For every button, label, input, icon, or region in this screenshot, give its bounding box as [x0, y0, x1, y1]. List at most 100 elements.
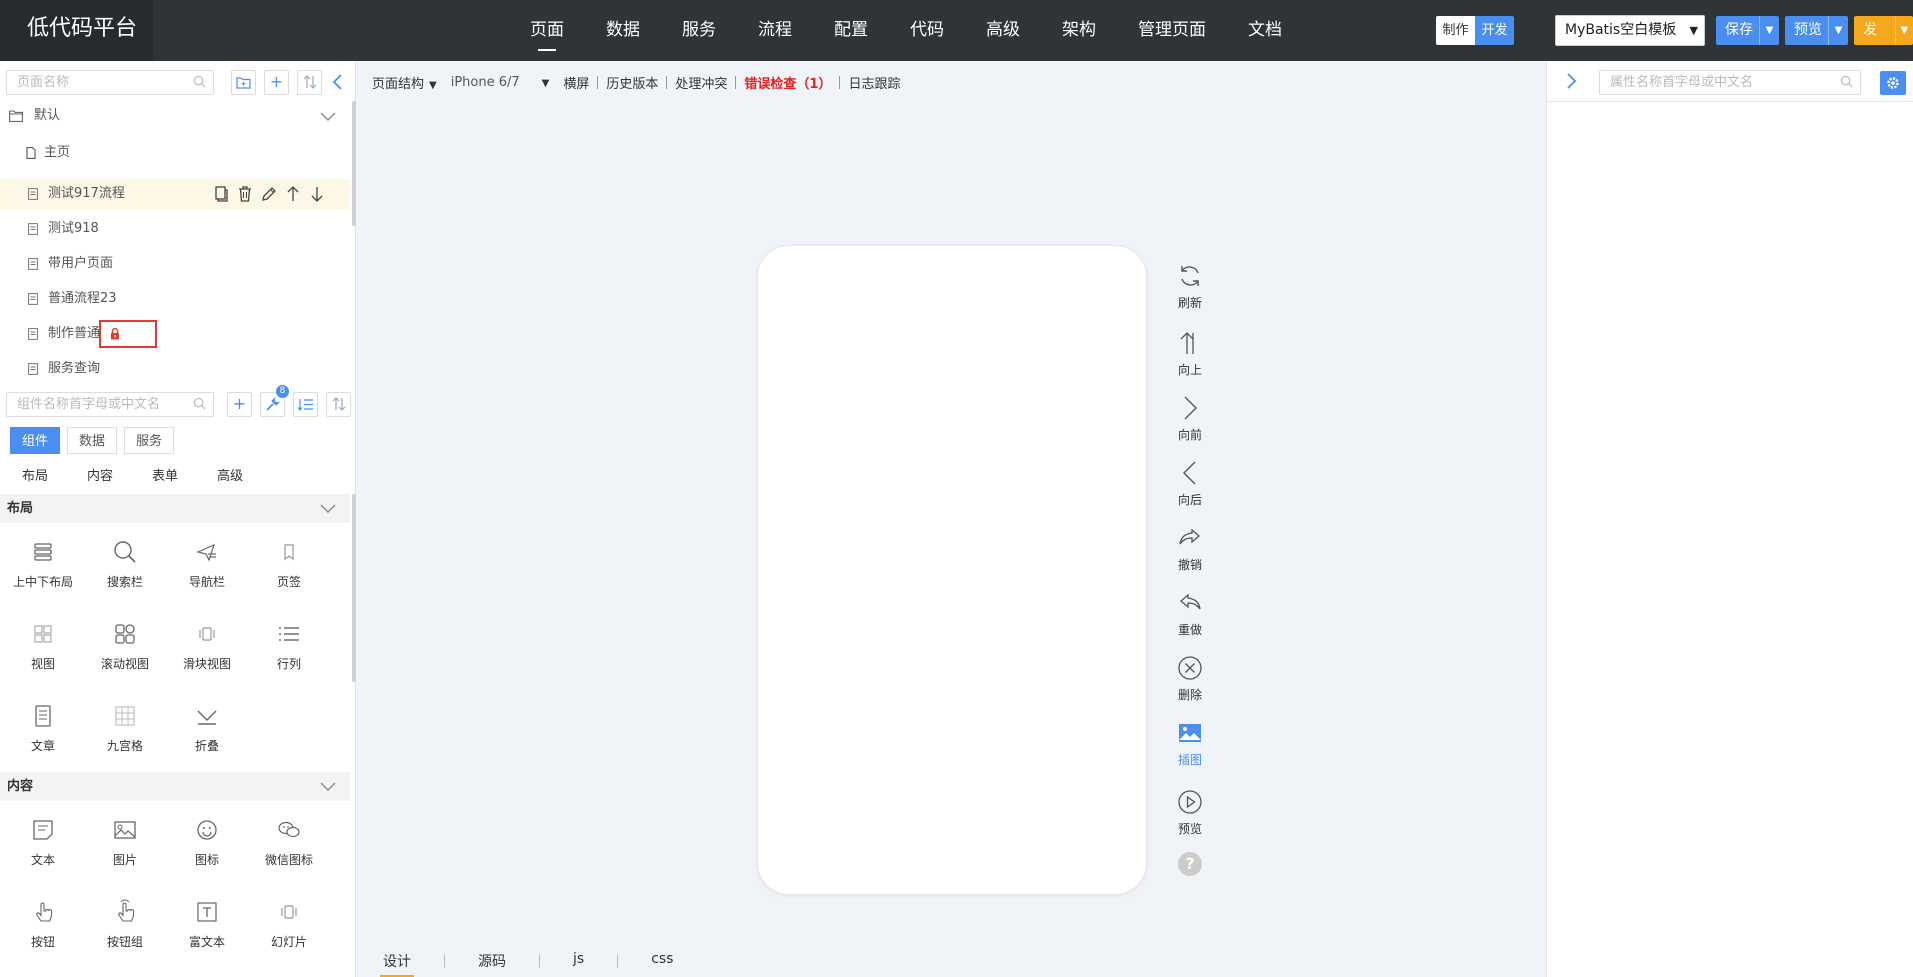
component-search-input[interactable]: 组件名称首字母或中文名: [6, 392, 214, 417]
tab-components[interactable]: 组件: [10, 427, 61, 454]
component-tabs[interactable]: 页签: [248, 539, 330, 590]
component-icon[interactable]: 图标: [166, 817, 248, 868]
subtab-form[interactable]: 表单: [152, 465, 178, 484]
component-search-bar[interactable]: 搜索栏: [84, 539, 166, 590]
page-item-test917[interactable]: 测试917流程: [0, 179, 350, 209]
publish-dropdown-icon[interactable]: ▼: [1894, 16, 1913, 45]
component-rich-text[interactable]: 富文本: [166, 899, 248, 950]
publish-button[interactable]: 发布 ▼: [1854, 16, 1913, 45]
component-slider-view[interactable]: 滑块视图: [166, 621, 248, 672]
phone-canvas[interactable]: [757, 245, 1147, 895]
section-header-content[interactable]: 内容: [0, 772, 350, 801]
nav-item-page[interactable]: 页面: [530, 0, 564, 61]
page-item-user-page[interactable]: 带用户页面: [0, 249, 350, 279]
nav-item-admin-pages[interactable]: 管理页面: [1138, 0, 1206, 61]
sort-icon[interactable]: [326, 392, 351, 417]
lock-icon[interactable]: [110, 327, 120, 340]
component-nine-grid[interactable]: 九宫格: [84, 703, 166, 754]
component-slideshow[interactable]: 幻灯片: [248, 899, 330, 950]
subtab-advanced[interactable]: 高级: [217, 465, 243, 484]
tab-css[interactable]: css: [640, 951, 684, 971]
help-icon[interactable]: ?: [1178, 852, 1202, 876]
preview-dropdown-icon[interactable]: ▼: [1828, 16, 1848, 45]
move-up-icon[interactable]: [284, 185, 304, 203]
mode-make-button[interactable]: 制作: [1436, 16, 1475, 45]
tab-data[interactable]: 数据: [67, 427, 118, 454]
page-item-test918[interactable]: 测试918: [0, 214, 350, 244]
page-item-make-normal[interactable]: 制作普通: [0, 319, 350, 349]
property-search-input[interactable]: 属性名称首字母或中文名: [1599, 70, 1861, 95]
preview-button[interactable]: 预览 ▼: [1785, 16, 1848, 45]
wrench-icon[interactable]: 8: [260, 385, 289, 417]
landscape-button[interactable]: 横屏: [563, 73, 589, 92]
page-item-home[interactable]: 主页: [0, 138, 350, 168]
back-button[interactable]: 向后: [1168, 460, 1212, 508]
undo-button[interactable]: 撤销: [1168, 525, 1212, 573]
refresh-button[interactable]: 刷新: [1168, 263, 1212, 311]
component-image[interactable]: 图片: [84, 817, 166, 868]
nav-item-advanced[interactable]: 高级: [986, 0, 1020, 61]
page-item-flow23[interactable]: 普通流程23: [0, 284, 350, 314]
nav-item-architecture[interactable]: 架构: [1062, 0, 1096, 61]
page-list-scrollbar[interactable]: [352, 101, 356, 226]
move-down-icon[interactable]: [308, 185, 328, 203]
insert-image-button[interactable]: 插图: [1168, 720, 1212, 768]
tab-services[interactable]: 服务: [124, 427, 175, 454]
component-article[interactable]: 文章: [2, 703, 84, 754]
move-up-button[interactable]: 向上: [1168, 330, 1212, 378]
error-check-button[interactable]: 错误检查（1）: [744, 73, 831, 92]
component-scroll-view[interactable]: 滚动视图: [84, 621, 166, 672]
chevron-down-icon[interactable]: [320, 782, 336, 791]
add-component-button[interactable]: +: [227, 392, 252, 417]
delete-button[interactable]: 删除: [1168, 655, 1212, 703]
component-button[interactable]: 按钮: [2, 899, 84, 950]
forward-button[interactable]: 向前: [1168, 395, 1212, 443]
tab-js[interactable]: js: [562, 951, 595, 971]
redo-button[interactable]: 重做: [1168, 590, 1212, 638]
list-order-icon[interactable]: [293, 392, 318, 417]
plus-icon[interactable]: +: [264, 70, 289, 95]
component-wechat-icon[interactable]: 微信图标: [248, 817, 330, 868]
chevron-down-icon[interactable]: [320, 504, 336, 513]
component-stack-layout[interactable]: 上中下布局: [2, 539, 84, 590]
mode-dev-button[interactable]: 开发: [1475, 16, 1514, 45]
component-navbar[interactable]: 导航栏: [166, 539, 248, 590]
conflict-button[interactable]: 处理冲突: [675, 73, 727, 92]
preview-play-button[interactable]: 预览: [1168, 789, 1212, 837]
folder-row-default[interactable]: 默认: [0, 101, 350, 131]
section-header-layout[interactable]: 布局: [0, 494, 350, 523]
folder-add-icon[interactable]: [231, 70, 256, 95]
nav-item-config[interactable]: 配置: [834, 0, 868, 61]
sort-icon[interactable]: [297, 70, 322, 95]
expand-right-icon[interactable]: [1565, 71, 1579, 91]
component-fold[interactable]: 折叠: [166, 703, 248, 754]
tab-design[interactable]: 设计: [372, 951, 422, 977]
page-structure-dropdown[interactable]: 页面结构 ▼: [372, 73, 437, 92]
save-dropdown-icon[interactable]: ▼: [1759, 16, 1779, 45]
subtab-layout[interactable]: 布局: [22, 465, 48, 484]
subtab-content[interactable]: 内容: [87, 465, 113, 484]
component-view[interactable]: 视图: [2, 621, 84, 672]
page-search-input[interactable]: 页面名称: [6, 70, 214, 95]
component-text[interactable]: 文本: [2, 817, 84, 868]
nav-item-flow[interactable]: 流程: [758, 0, 792, 61]
collapse-left-icon[interactable]: [330, 72, 346, 92]
delete-icon[interactable]: [236, 185, 256, 203]
nav-item-docs[interactable]: 文档: [1248, 0, 1282, 61]
history-button[interactable]: 历史版本: [606, 73, 658, 92]
page-item-service-query[interactable]: 服务查询: [0, 354, 350, 384]
nav-item-code[interactable]: 代码: [910, 0, 944, 61]
component-button-group[interactable]: 按钮组: [84, 899, 166, 950]
edit-icon[interactable]: [260, 185, 280, 203]
settings-button[interactable]: [1880, 71, 1906, 95]
save-button[interactable]: 保存 ▼: [1716, 16, 1779, 45]
log-trace-button[interactable]: 日志跟踪: [848, 73, 900, 92]
chevron-down-icon[interactable]: [320, 112, 336, 121]
copy-icon[interactable]: [212, 185, 232, 203]
component-rows[interactable]: 行列: [248, 621, 330, 672]
component-list-scrollbar[interactable]: [352, 494, 356, 682]
nav-item-data[interactable]: 数据: [606, 0, 640, 61]
tab-source[interactable]: 源码: [467, 951, 517, 971]
template-select[interactable]: MyBatis空白模板 ▼: [1555, 15, 1705, 46]
nav-item-service[interactable]: 服务: [682, 0, 716, 61]
